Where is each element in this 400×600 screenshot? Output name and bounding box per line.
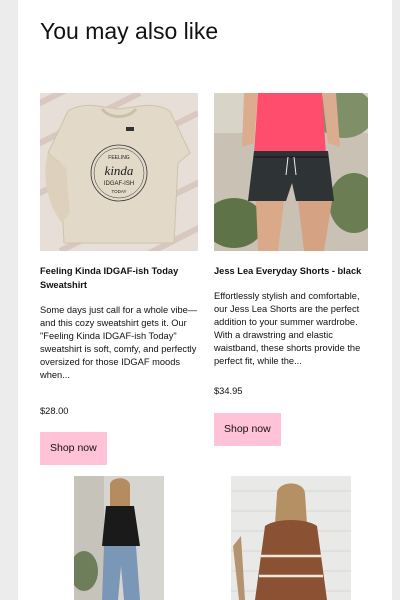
product-price: $34.95 <box>214 386 243 396</box>
svg-text:FEELING: FEELING <box>108 155 130 161</box>
product-description: Effortlessly stylish and comfortable, ou… <box>214 291 361 366</box>
svg-text:kinda: kinda <box>105 163 134 178</box>
product-price: $28.00 <box>40 406 69 416</box>
product-title[interactable]: Feeling Kinda IDGAF-ish Today Sweatshirt <box>40 264 198 292</box>
product-image-sweatshirt[interactable]: FEELING kinda IDGAF-ISH TODAY <box>40 93 198 251</box>
product-card-shorts: Jess Lea Everyday Shorts - black Effortl… <box>214 93 368 446</box>
section-heading: You may also like <box>40 18 219 44</box>
svg-text:TODAY: TODAY <box>111 189 126 194</box>
product-image-black-top[interactable] <box>74 476 164 600</box>
recommendations-card: You may also like FEELING kinda IDGAF-IS… <box>18 0 392 600</box>
product-card-sweatshirt: FEELING kinda IDGAF-ISH TODAY Feeling Ki… <box>40 93 198 465</box>
product-title[interactable]: Jess Lea Everyday Shorts - black <box>214 264 368 278</box>
product-description: Some days just call for a whole vibe—and… <box>40 305 198 380</box>
shop-now-button[interactable]: Shop now <box>40 432 107 465</box>
product-image-shorts[interactable] <box>214 93 368 251</box>
shop-now-button[interactable]: Shop now <box>214 413 281 446</box>
product-image-striped-sweater[interactable] <box>231 476 351 600</box>
svg-text:IDGAF-ISH: IDGAF-ISH <box>104 181 134 187</box>
